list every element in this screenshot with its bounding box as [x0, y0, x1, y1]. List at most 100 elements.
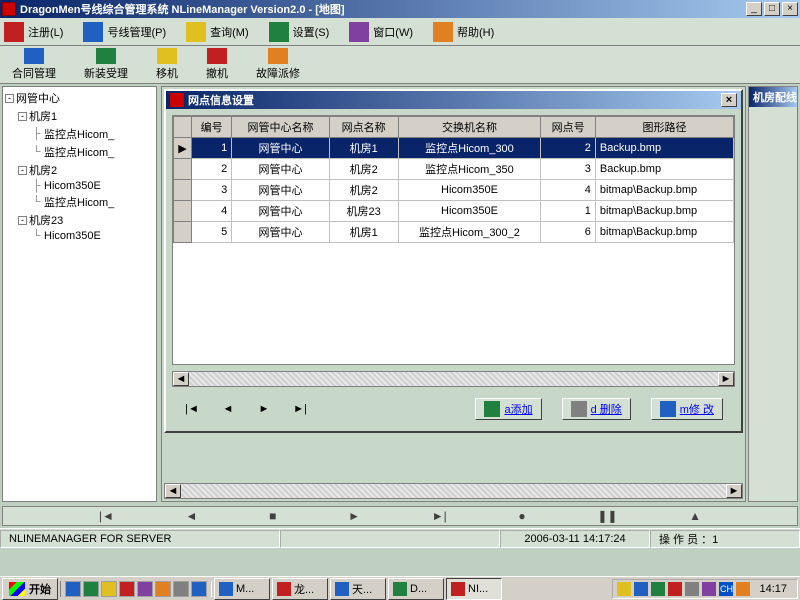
cell[interactable]: 机房2 — [329, 180, 398, 201]
collapse-icon[interactable]: - — [5, 94, 14, 103]
collapse-icon[interactable]: - — [18, 216, 27, 225]
data-grid[interactable]: 编号 网管中心名称 网点名称 交换机名称 网点号 图形路径 ▶1网管中心机房1监… — [172, 115, 735, 365]
cell[interactable]: 机房1 — [329, 138, 398, 159]
start-button[interactable]: 开始 — [2, 578, 58, 600]
menu-help[interactable]: 帮助(H) — [433, 22, 494, 42]
scroll-track[interactable] — [189, 372, 718, 386]
quicklaunch-icon[interactable] — [101, 581, 117, 597]
tree-node[interactable]: -机房23 — [5, 211, 154, 229]
cell[interactable]: 网管中心 — [232, 201, 329, 222]
modify-button[interactable]: m修 改 — [651, 398, 723, 420]
quicklaunch-icon[interactable] — [83, 581, 99, 597]
add-button[interactable]: a添加 — [475, 398, 541, 420]
cell[interactable]: 1 — [541, 201, 596, 222]
cell[interactable]: Hicom350E — [398, 180, 541, 201]
tool-contract[interactable]: 合同管理 — [4, 46, 64, 83]
quicklaunch-icon[interactable] — [173, 581, 189, 597]
tray-icon[interactable] — [617, 582, 631, 596]
media-last-button[interactable]: ►| — [432, 509, 447, 523]
cell[interactable]: 3 — [192, 180, 232, 201]
nav-last-button[interactable]: ►| — [292, 403, 308, 415]
grid-hscrollbar[interactable]: ◄ ► — [172, 371, 735, 387]
media-next-button[interactable]: ► — [348, 509, 360, 523]
quicklaunch-icon[interactable] — [191, 581, 207, 597]
nav-prev-button[interactable]: ◄ — [220, 403, 236, 415]
table-row[interactable]: ▶1网管中心机房1监控点Hicom_3002Backup.bmp — [174, 138, 734, 159]
scroll-right-icon[interactable]: ► — [726, 484, 742, 498]
cell[interactable]: 网管中心 — [232, 159, 329, 180]
task-button[interactable]: M... — [214, 578, 270, 600]
menu-window[interactable]: 窗口(W) — [349, 22, 413, 42]
menu-line-manage[interactable]: 号线管理(P) — [83, 22, 166, 42]
tray-icon[interactable] — [736, 582, 750, 596]
tree-leaf[interactable]: └监控点Hicom_ — [5, 193, 154, 211]
cell[interactable]: 机房1 — [329, 222, 398, 243]
input-method-icon[interactable]: CH — [719, 582, 733, 596]
collapse-icon[interactable]: - — [18, 166, 27, 175]
table-row[interactable]: 5网管中心机房1监控点Hicom_300_26bitmap\Backup.bmp — [174, 222, 734, 243]
tree-leaf[interactable]: └Hicom350E — [5, 229, 154, 243]
cell[interactable]: Backup.bmp — [595, 159, 733, 180]
close-button[interactable]: × — [782, 2, 798, 16]
scroll-left-icon[interactable]: ◄ — [165, 484, 181, 498]
cell[interactable]: bitmap\Backup.bmp — [595, 180, 733, 201]
tree-leaf[interactable]: ├监控点Hicom_ — [5, 125, 154, 143]
tree-leaf[interactable]: └监控点Hicom_ — [5, 143, 154, 161]
cell[interactable]: 4 — [192, 201, 232, 222]
col-header[interactable]: 网点号 — [541, 117, 596, 138]
table-row[interactable]: 4网管中心机房23Hicom350E1bitmap\Backup.bmp — [174, 201, 734, 222]
cell[interactable]: 机房23 — [329, 201, 398, 222]
col-header[interactable]: 编号 — [192, 117, 232, 138]
task-button[interactable]: NI... — [446, 578, 502, 600]
scroll-right-icon[interactable]: ► — [718, 372, 734, 386]
cell[interactable]: 网管中心 — [232, 222, 329, 243]
clock[interactable]: 14:17 — [753, 583, 793, 595]
cell[interactable]: 监控点Hicom_300 — [398, 138, 541, 159]
nav-first-button[interactable]: |◄ — [184, 403, 200, 415]
media-pause-button[interactable]: ❚❚ — [597, 509, 617, 523]
cell[interactable]: Hicom350E — [398, 201, 541, 222]
menu-settings[interactable]: 设置(S) — [269, 22, 330, 42]
cell[interactable]: 2 — [192, 159, 232, 180]
tray-icon[interactable] — [651, 582, 665, 596]
scroll-left-icon[interactable]: ◄ — [173, 372, 189, 386]
menu-query[interactable]: 查询(M) — [186, 22, 249, 42]
minimize-button[interactable]: _ — [746, 2, 762, 16]
cell[interactable]: 3 — [541, 159, 596, 180]
tree-root[interactable]: -网管中心 — [5, 89, 154, 107]
tree-node[interactable]: -机房1 — [5, 107, 154, 125]
cell[interactable]: 网管中心 — [232, 180, 329, 201]
task-button[interactable]: 天... — [330, 578, 386, 600]
tree-leaf[interactable]: ├Hicom350E — [5, 179, 154, 193]
cell[interactable]: Backup.bmp — [595, 138, 733, 159]
tree-node[interactable]: -机房2 — [5, 161, 154, 179]
cell[interactable]: 1 — [192, 138, 232, 159]
menu-register[interactable]: 注册(L) — [4, 22, 63, 42]
cell[interactable]: 5 — [192, 222, 232, 243]
cell[interactable]: 2 — [541, 138, 596, 159]
cell[interactable]: 4 — [541, 180, 596, 201]
delete-button[interactable]: d 删除 — [562, 398, 631, 420]
col-header[interactable]: 网点名称 — [329, 117, 398, 138]
table-row[interactable]: 2网管中心机房2监控点Hicom_3503Backup.bmp — [174, 159, 734, 180]
cell[interactable]: 机房2 — [329, 159, 398, 180]
subwindow-close-button[interactable]: × — [721, 93, 737, 107]
cell[interactable]: bitmap\Backup.bmp — [595, 201, 733, 222]
tray-icon[interactable] — [702, 582, 716, 596]
scroll-track[interactable] — [181, 484, 726, 498]
nav-next-button[interactable]: ► — [256, 403, 272, 415]
tool-new-install[interactable]: 新装受理 — [76, 46, 136, 83]
media-prev-button[interactable]: ◄ — [186, 509, 198, 523]
table-row[interactable]: 3网管中心机房2Hicom350E4bitmap\Backup.bmp — [174, 180, 734, 201]
media-stop-button[interactable]: ■ — [269, 509, 276, 523]
maximize-button[interactable]: □ — [764, 2, 780, 16]
media-eject-button[interactable]: ▲ — [689, 509, 701, 523]
collapse-icon[interactable]: - — [18, 112, 27, 121]
task-button[interactable]: D... — [388, 578, 444, 600]
media-record-button[interactable]: ● — [518, 509, 525, 523]
cell[interactable]: 监控点Hicom_350 — [398, 159, 541, 180]
tray-icon[interactable] — [634, 582, 648, 596]
tray-icon[interactable] — [685, 582, 699, 596]
cell[interactable]: bitmap\Backup.bmp — [595, 222, 733, 243]
tray-icon[interactable] — [668, 582, 682, 596]
